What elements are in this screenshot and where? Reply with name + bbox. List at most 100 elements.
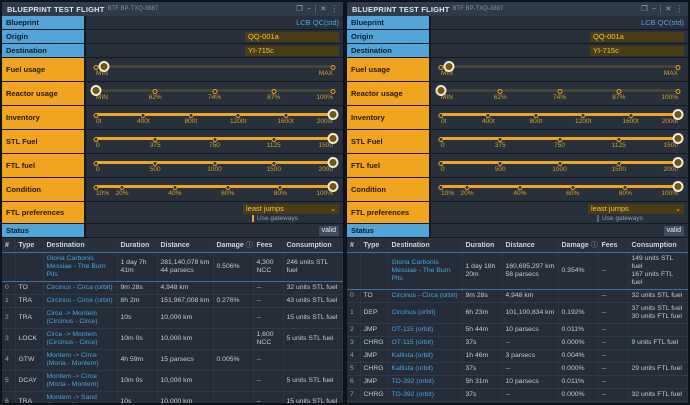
- slider-handle[interactable]: [328, 157, 339, 168]
- destination-link[interactable]: Montem -> Circe (Moria - Montem): [47, 373, 99, 388]
- ftl-preference-select[interactable]: least jumps ⌄: [243, 204, 339, 214]
- info-icon[interactable]: ⓘ: [591, 242, 598, 249]
- cell-index: [2, 253, 15, 282]
- destination-link[interactable]: Gloria Carbonis Messiae - The Burn Pits: [47, 255, 106, 278]
- slider-handle[interactable]: [99, 61, 110, 72]
- minimize-icon[interactable]: −: [652, 5, 656, 13]
- slider-handle[interactable]: [444, 61, 455, 72]
- destination-link[interactable]: OT-115 (orbit): [392, 339, 434, 346]
- slider-tick: [498, 137, 503, 142]
- slider-area: MIN62%74%87%100%: [96, 82, 333, 105]
- slider-handle[interactable]: [328, 109, 339, 120]
- window-controls: ❐ − ✕ ⋮: [296, 5, 338, 13]
- slider-tick: [271, 89, 276, 94]
- slider-handle[interactable]: [673, 133, 684, 144]
- detach-window-icon[interactable]: ❐: [296, 5, 303, 13]
- origin-input[interactable]: QQ-001a: [590, 32, 684, 42]
- close-icon[interactable]: ✕: [665, 5, 671, 13]
- cell-duration: 8h 2m: [117, 295, 157, 308]
- cell-type: TO: [360, 290, 388, 303]
- slider-area: MINMAX: [96, 58, 333, 81]
- cell-consumption: 43 units STL fuel: [283, 295, 343, 308]
- destination-link[interactable]: Circe -> Montem (Circinus - Circe): [47, 310, 98, 325]
- slider-tick-label: 100%: [316, 94, 333, 101]
- destination-link[interactable]: Circinus - Circa (orbit): [392, 292, 458, 299]
- destination-link[interactable]: Kallista (orbit): [392, 365, 434, 372]
- window-menu-icon[interactable]: ⋮: [331, 5, 339, 13]
- destination-link[interactable]: Gloria Carbonis Messiae - The Burn Pits: [392, 259, 451, 282]
- cell-fees: --: [598, 290, 628, 303]
- destination-link[interactable]: Montem -> Sand (Moria - Montem): [47, 394, 99, 404]
- cell-consumption: 33 units FTL fuel: [628, 402, 688, 405]
- slider-tick-label: 10%: [441, 190, 454, 197]
- table-row: 0TOCircinus - Circa (orbit)9m 28s4,948 k…: [347, 290, 688, 303]
- cell-destination: Montem -> Circe (Moria - Montem): [43, 350, 117, 371]
- slider-handle[interactable]: [673, 157, 684, 168]
- cell-duration: 37s: [462, 389, 502, 402]
- slider-track[interactable]: [441, 65, 678, 68]
- cell-damage: 0.000%: [558, 363, 598, 376]
- origin-input[interactable]: QQ-001a: [245, 32, 339, 42]
- slider-reactor-usage: MIN62%74%87%100%: [431, 82, 688, 105]
- cell-index: 0: [347, 290, 360, 303]
- slider-handle[interactable]: [673, 109, 684, 120]
- destination-link[interactable]: Circinus - Circe (orbit): [47, 297, 113, 304]
- col-header-num: #: [347, 238, 360, 253]
- destination-link[interactable]: Kallista (orbit): [392, 352, 434, 359]
- minimize-icon[interactable]: −: [307, 5, 311, 13]
- cell-destination: Circinus (orbit): [388, 303, 462, 324]
- cell-distance: 101,100,834 km: [502, 303, 558, 324]
- destination-link[interactable]: TO-392 (orbit): [392, 391, 435, 398]
- cell-duration: 9m 28s: [462, 290, 502, 303]
- destination-link[interactable]: Circe -> Montem (Circinus - Circe): [47, 331, 98, 346]
- info-icon[interactable]: ⓘ: [246, 242, 253, 249]
- slider-handle[interactable]: [673, 181, 684, 192]
- destination-link[interactable]: Circinus (orbit): [392, 309, 436, 316]
- blueprint-link[interactable]: LCB QC(std): [296, 18, 339, 27]
- slider-track[interactable]: [96, 113, 333, 116]
- table-row: 3LOCKCirce -> Montem (Circinus - Circe)1…: [2, 329, 343, 350]
- blueprint-link[interactable]: LCB QC(std): [641, 18, 684, 27]
- use-gateways-label: Use gateways: [602, 215, 643, 222]
- destination-input[interactable]: YI-715c: [245, 46, 339, 56]
- slider-track[interactable]: [441, 185, 678, 188]
- detach-window-icon[interactable]: ❐: [641, 5, 648, 13]
- slider-handle[interactable]: [328, 181, 339, 192]
- window-titlebar[interactable]: BLUEPRINT TEST FLIGHT BTF BP-TXQ-3887 ❐ …: [347, 2, 688, 16]
- form-label-reactor-usage: Reactor usage: [2, 82, 86, 105]
- cell-fees: --: [598, 253, 628, 290]
- window-menu-icon[interactable]: ⋮: [676, 5, 684, 13]
- slider-handle[interactable]: [328, 133, 339, 144]
- slider-tick-label: 1500: [612, 166, 626, 173]
- slider-tick-label: 87%: [612, 94, 625, 101]
- slider-tick-label: 400t: [137, 118, 150, 125]
- slider-track[interactable]: [441, 113, 678, 116]
- use-gateways-checkbox[interactable]: Use gateways: [594, 215, 684, 222]
- slider-tick: [628, 113, 633, 118]
- slider-handle[interactable]: [91, 85, 102, 96]
- slider-track[interactable]: [96, 185, 333, 188]
- use-gateways-checkbox[interactable]: Use gateways: [249, 215, 339, 222]
- cell-index: 8: [347, 402, 360, 405]
- cell-damage: 0.354%: [558, 253, 598, 290]
- slider-tick: [439, 161, 444, 166]
- slider-tick: [557, 161, 562, 166]
- destination-input[interactable]: YI-715c: [590, 46, 684, 56]
- ftl-preference-select[interactable]: least jumps ⌄: [588, 204, 684, 214]
- cell-duration: 10m 0s: [117, 329, 157, 350]
- slider-handle[interactable]: [436, 85, 447, 96]
- slider-track[interactable]: [96, 65, 333, 68]
- route-table: #TypeDestinationDurationDistanceDamageⓘF…: [347, 238, 688, 404]
- destination-link[interactable]: Circinus - Circa (orbit): [47, 284, 113, 291]
- cell-index: 6: [2, 392, 15, 405]
- slider-tick-label: 800t: [184, 118, 197, 125]
- destination-link[interactable]: TO-392 (orbit): [392, 378, 435, 385]
- slider-tick-label: 62%: [494, 94, 507, 101]
- destination-link[interactable]: Montem -> Circe (Moria - Montem): [47, 352, 99, 367]
- slider-tick: [616, 89, 621, 94]
- close-icon[interactable]: ✕: [320, 5, 326, 13]
- window-titlebar[interactable]: BLUEPRINT TEST FLIGHT BTF BP-TXQ-3887 ❐ …: [2, 2, 343, 16]
- destination-label: Destination: [2, 44, 86, 57]
- destination-link[interactable]: OT-115 (orbit): [392, 326, 434, 333]
- blueprint-test-flight-window-right: BLUEPRINT TEST FLIGHT BTF BP-TXQ-3887 ❐ …: [346, 1, 689, 404]
